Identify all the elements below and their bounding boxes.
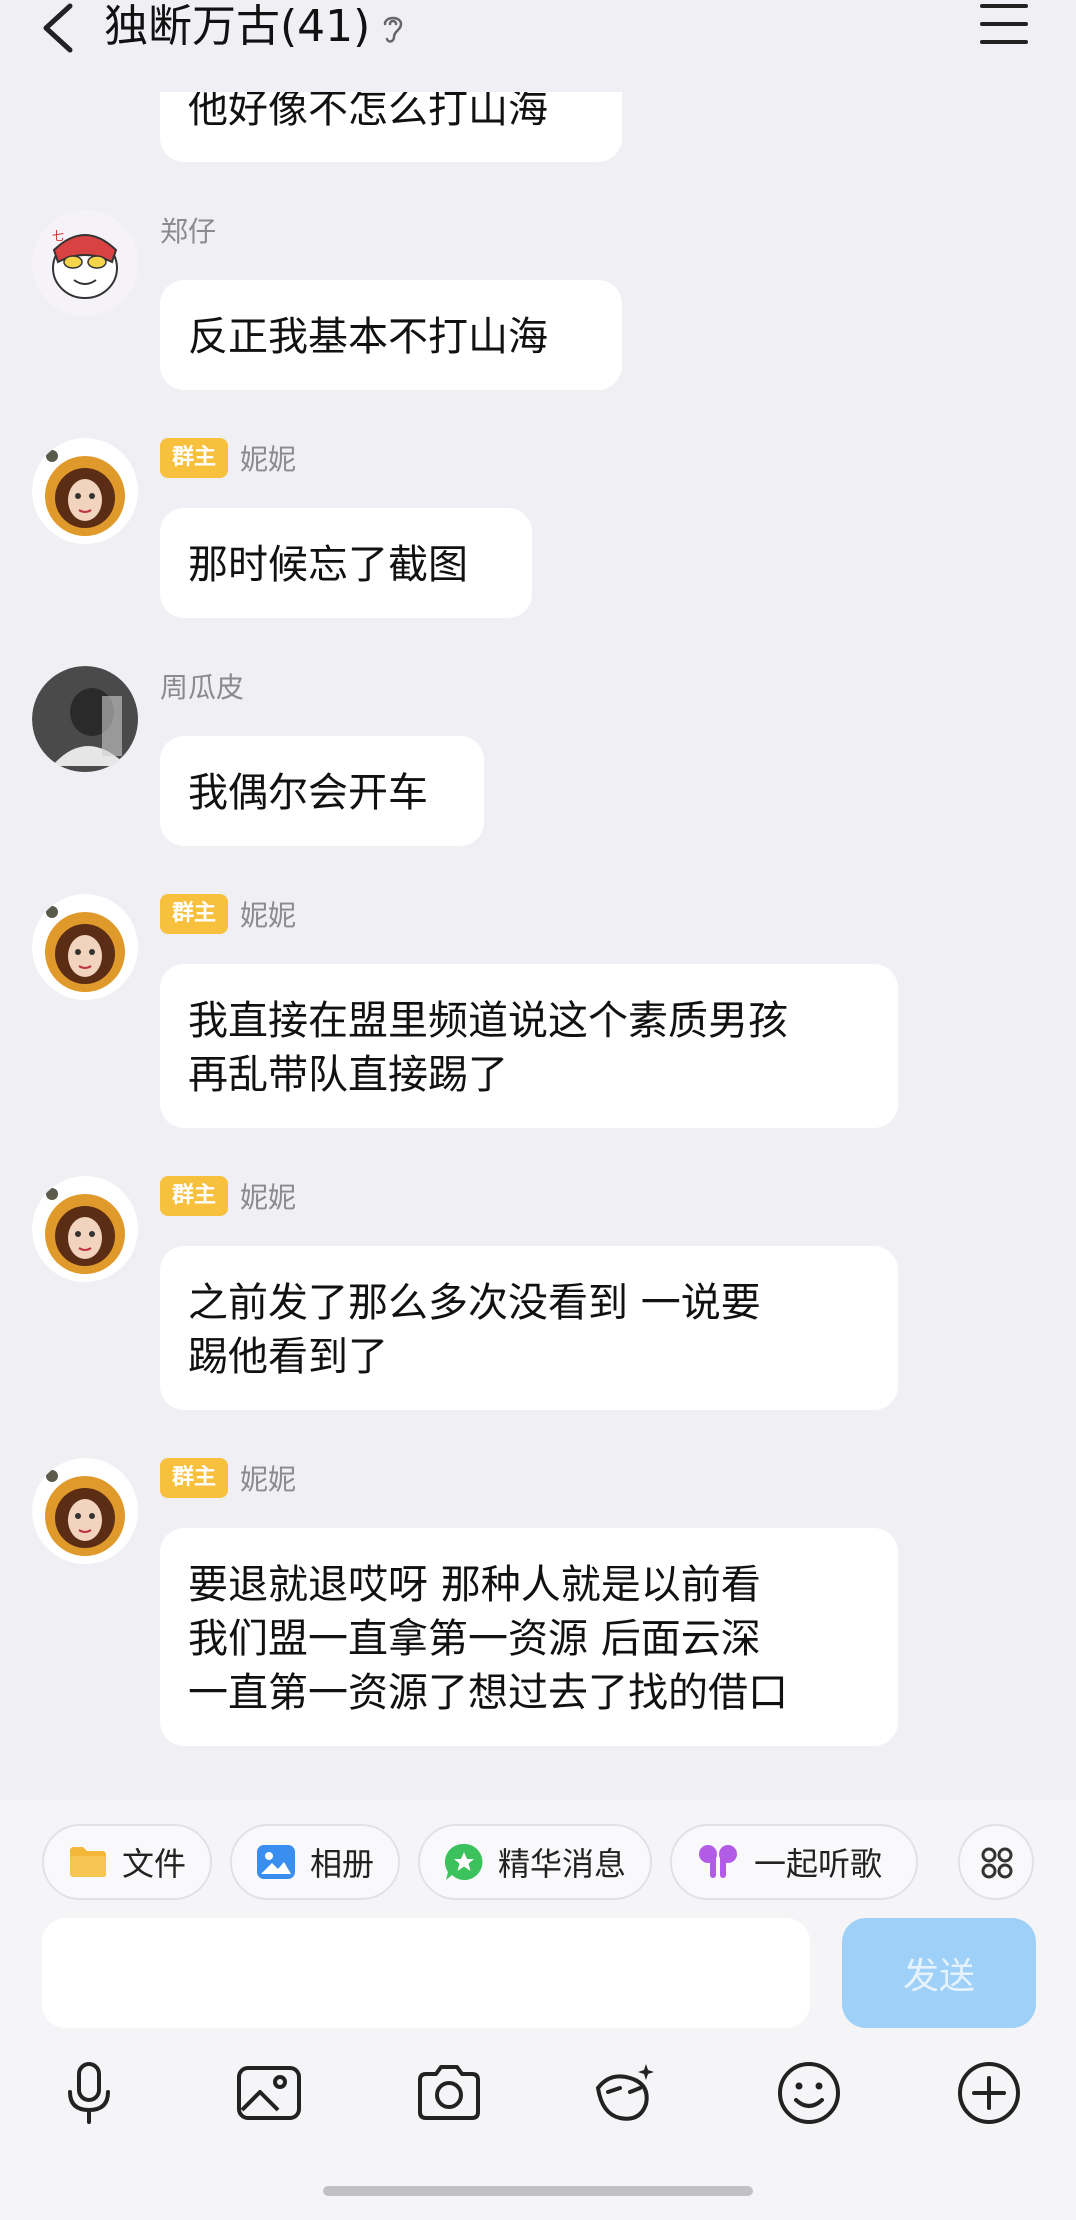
sender-name: 妮妮 (240, 1181, 297, 1214)
message-input[interactable] (42, 1918, 810, 2028)
owner-badge: 群主 (160, 1176, 229, 1216)
sender-row: 郑仔 (160, 210, 216, 250)
sender-name: 郑仔 (160, 215, 217, 248)
message-bubble[interactable]: 要退就退哎呀 那种人就是以前看 我们盟一直拿第一资源 后面云深 一直第一资源了想… (160, 1528, 898, 1746)
microphone-icon[interactable] (54, 2058, 124, 2128)
owner-badge: 群主 (160, 1458, 229, 1498)
message-bubble[interactable]: 我直接在盟里频道说这个素质男孩 再乱带队直接踢了 (160, 964, 898, 1128)
chip-label: 精华消息 (498, 1845, 627, 1883)
sender-row: 群主 妮妮 (160, 894, 296, 934)
star-bubble-icon (444, 1843, 483, 1880)
svg-text:七: 七 (52, 229, 64, 243)
menu-icon[interactable] (980, 4, 1028, 46)
sender-name: 妮妮 (240, 443, 297, 476)
plus-circle-icon[interactable] (954, 2058, 1024, 2128)
chip-label: 文件 (122, 1845, 187, 1883)
avatar[interactable] (32, 438, 139, 545)
input-tools (0, 2058, 1076, 2138)
owner-badge: 群主 (160, 438, 229, 478)
photo-album-icon (257, 1845, 296, 1879)
send-button[interactable]: 发送 (842, 1918, 1036, 2028)
emoji-icon[interactable] (774, 2058, 844, 2128)
sticker-icon[interactable] (590, 2058, 660, 2128)
chat-title: 独断万古(41) (104, 1, 371, 52)
listen-together-chip[interactable]: 一起听歌 (670, 1824, 919, 1900)
grid-icon (981, 1847, 1013, 1879)
chip-label: 相册 (310, 1845, 375, 1883)
message-bubble[interactable]: 我偶尔会开车 (160, 736, 484, 846)
sender-row: 周瓜皮 (160, 666, 244, 706)
sender-row: 群主 妮妮 (160, 1458, 296, 1498)
quick-actions: 文件 相册 精华消息 一起听歌 (42, 1824, 919, 1900)
sender-name: 妮妮 (240, 1463, 297, 1496)
folder-icon (70, 1847, 106, 1877)
avatar[interactable] (32, 1458, 139, 1565)
message-bubble[interactable]: 那时候忘了截图 (160, 508, 532, 618)
message-bubble[interactable]: 反正我基本不打山海 (160, 280, 622, 390)
avatar[interactable] (32, 666, 139, 773)
home-indicator[interactable] (323, 2186, 753, 2196)
owner-badge: 群主 (160, 894, 229, 934)
sender-name: 周瓜皮 (160, 671, 245, 704)
album-chip[interactable]: 相册 (230, 1824, 401, 1900)
back-icon[interactable] (36, 0, 82, 60)
camera-icon[interactable] (414, 2058, 484, 2128)
sender-row: 群主 妮妮 (160, 1176, 296, 1216)
avatar[interactable]: 七 (32, 210, 139, 317)
more-apps-button[interactable] (958, 1824, 1034, 1900)
earbuds-icon (699, 1845, 738, 1878)
sender-row: 群主 妮妮 (160, 438, 296, 478)
image-icon[interactable] (234, 2058, 304, 2128)
avatar[interactable] (32, 894, 139, 1001)
ear-icon[interactable] (378, 10, 408, 46)
file-chip[interactable]: 文件 (42, 1824, 213, 1900)
chat-header: 独断万古(41) (0, 0, 1076, 92)
highlights-chip[interactable]: 精华消息 (418, 1824, 653, 1900)
avatar[interactable] (32, 1176, 139, 1283)
sender-name: 妮妮 (240, 899, 297, 932)
composer-panel: 文件 相册 精华消息 一起听歌 发送 (0, 1800, 1076, 2220)
chip-label: 一起听歌 (754, 1845, 883, 1883)
message-bubble[interactable]: 之前发了那么多次没看到 一说要 踢他看到了 (160, 1246, 898, 1410)
